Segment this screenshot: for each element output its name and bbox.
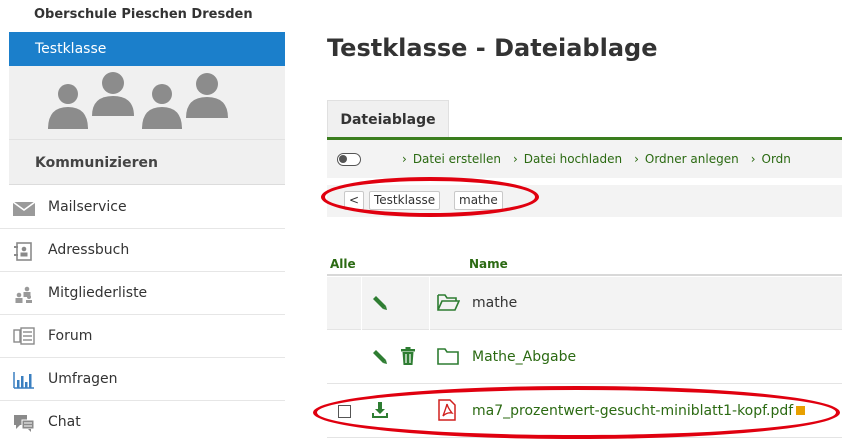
breadcrumb-item-mathe[interactable]: mathe <box>454 191 503 210</box>
cell-divider <box>361 277 362 330</box>
poll-chart-icon <box>12 370 36 390</box>
table-row: ma7_prozentwert-gesucht-miniblatt1-kopf.… <box>327 385 842 438</box>
sidebar-item-label: Mailservice <box>48 199 127 215</box>
page-title: Testklasse - Dateiablage <box>327 34 658 62</box>
table-header: Alle Name <box>327 254 842 276</box>
create-folder-label: Ordner anlegen <box>644 152 739 166</box>
sidebar-item-mailservice[interactable]: Mailservice <box>0 186 285 229</box>
members-icon <box>12 284 36 304</box>
breadcrumb-item-testklasse[interactable]: Testklasse <box>369 191 441 210</box>
sidebar-item-label: Umfragen <box>48 371 118 387</box>
edit-pencil-icon[interactable] <box>371 348 389 370</box>
table-row: Mathe_Abgabe <box>327 331 842 384</box>
chat-icon <box>12 413 36 433</box>
breadcrumb: < Testklasse mathe <box>327 185 842 217</box>
sidebar-nav: Mailservice Adressbuch Mitgliederliste F… <box>0 186 285 439</box>
file-name-text: ma7_prozentwert-gesucht-miniblatt1-kopf.… <box>472 403 794 419</box>
toolbar-actions: › Datei erstellen › Datei hochladen › Ordner … <box>402 140 842 178</box>
folder-open-icon <box>436 292 461 316</box>
chevron-right-icon: › <box>402 152 407 166</box>
cell-divider <box>429 277 430 330</box>
tab-bar: Dateiablage <box>327 100 842 138</box>
selection-toggle[interactable] <box>337 153 361 166</box>
file-name: mathe <box>472 295 518 311</box>
sidebar-item-label: Forum <box>48 328 93 344</box>
create-folder-action[interactable]: › Ordner anlegen <box>634 140 739 178</box>
folder-more-label: Ordn <box>761 152 791 166</box>
sidebar-item-label: Adressbuch <box>48 242 130 258</box>
section-communicate: Kommunizieren <box>9 139 285 185</box>
sidebar-item-adressbuch[interactable]: Adressbuch <box>0 229 285 272</box>
table-row: mathe <box>327 277 842 330</box>
group-avatar <box>9 66 285 139</box>
group-title[interactable]: Testklasse <box>9 32 285 66</box>
sidebar-item-forum[interactable]: Forum <box>0 315 285 358</box>
edit-pencil-icon[interactable] <box>371 294 389 316</box>
column-header-all[interactable]: Alle <box>330 257 356 271</box>
upload-file-action[interactable]: › Datei hochladen <box>513 140 622 178</box>
address-book-icon <box>12 241 36 261</box>
sidebar-item-mitgliederliste[interactable]: Mitgliederliste <box>0 272 285 315</box>
group-people-icon <box>48 72 228 129</box>
file-name-link[interactable]: ma7_prozentwert-gesucht-miniblatt1-kopf.… <box>472 385 806 438</box>
sidebar: Oberschule Pieschen Dresden Testklasse K… <box>0 0 285 439</box>
column-header-name[interactable]: Name <box>469 257 508 271</box>
folder-icon[interactable] <box>436 346 460 370</box>
sidebar-item-umfragen[interactable]: Umfragen <box>0 358 285 401</box>
download-icon[interactable] <box>371 401 389 423</box>
row-select-checkbox[interactable] <box>338 405 351 418</box>
new-badge-icon <box>796 405 806 415</box>
sidebar-item-label: Chat <box>48 414 81 430</box>
tab-dateiablage[interactable]: Dateiablage <box>327 100 449 138</box>
pdf-icon <box>437 399 457 425</box>
toggle-knob <box>339 155 347 163</box>
chevron-right-icon: › <box>512 152 518 166</box>
sidebar-item-label: Mitgliederliste <box>48 285 148 301</box>
toolbar: › Datei erstellen › Datei hochladen › Ordner … <box>327 140 842 178</box>
upload-file-label: Datei hochladen <box>523 152 623 166</box>
main-content: Testklasse - Dateiablage Dateiablage › Da… <box>285 0 842 439</box>
envelope-icon <box>12 198 36 218</box>
trash-icon[interactable] <box>401 347 415 369</box>
folder-more-action[interactable]: › Ordn <box>751 140 791 178</box>
create-file-label: Datei erstellen <box>412 152 501 166</box>
breadcrumb-back-button[interactable]: < <box>344 191 365 210</box>
chevron-right-icon: › <box>634 152 639 166</box>
forum-icon <box>12 327 36 347</box>
sidebar-item-chat[interactable]: Chat <box>0 401 285 439</box>
file-name-link[interactable]: Mathe_Abgabe <box>472 331 576 384</box>
chevron-right-icon: › <box>750 152 756 166</box>
school-name[interactable]: Oberschule Pieschen Dresden <box>34 7 253 22</box>
create-file-action[interactable]: › Datei erstellen <box>402 140 501 178</box>
